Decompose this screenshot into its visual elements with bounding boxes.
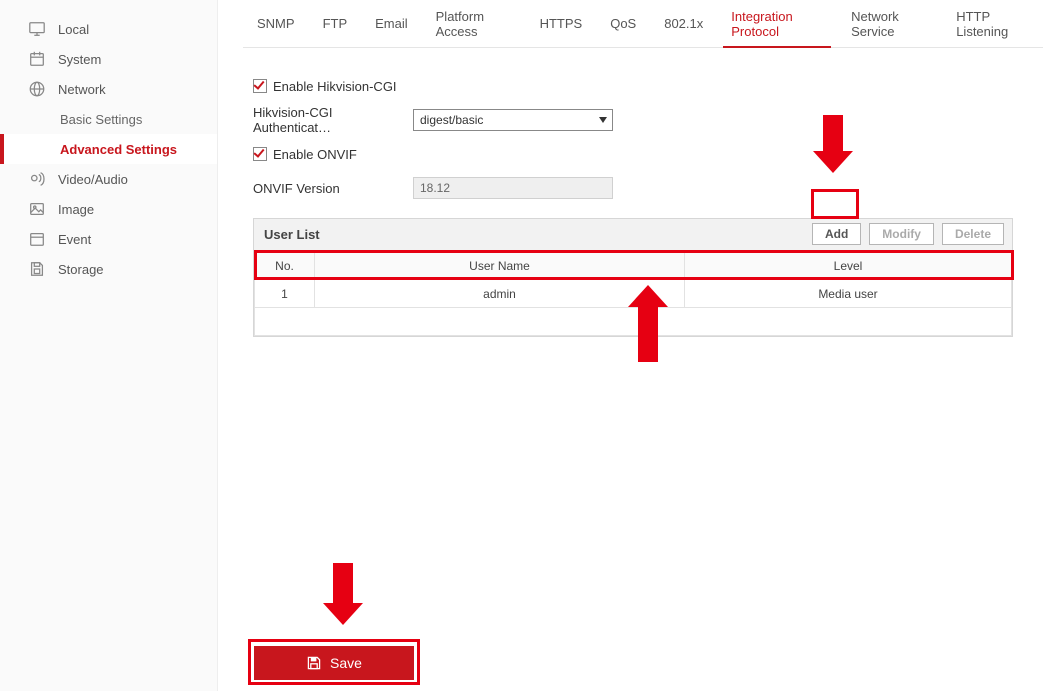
- globe-icon: [28, 80, 46, 98]
- add-button[interactable]: Add: [812, 223, 861, 245]
- tab-ftp[interactable]: FTP: [309, 0, 362, 47]
- onvif-version-value: 18.12: [413, 177, 613, 199]
- save-button-label: Save: [330, 655, 362, 671]
- col-level: Level: [685, 252, 1012, 280]
- onvif-version-label: ONVIF Version: [253, 181, 413, 196]
- enable-hikvision-cgi-label: Enable Hikvision-CGI: [273, 79, 397, 94]
- sidebar-item-event[interactable]: Event: [0, 224, 217, 254]
- annotation-arrow-save: [323, 563, 363, 625]
- table-row[interactable]: 1 admin Media user: [255, 280, 1012, 308]
- user-table: No. User Name Level 1 admin Media user: [254, 251, 1012, 336]
- sidebar-item-label: System: [58, 52, 101, 67]
- event-icon: [28, 230, 46, 248]
- cell-no: 1: [255, 280, 315, 308]
- tab-8021x[interactable]: 802.1x: [650, 0, 717, 47]
- sidebar-item-advanced-settings[interactable]: Advanced Settings: [0, 134, 217, 164]
- table-header-row: No. User Name Level: [255, 252, 1012, 280]
- auth-select-value: digest/basic: [420, 113, 483, 127]
- cell-level: Media user: [685, 280, 1012, 308]
- tab-http-listening[interactable]: HTTP Listening: [942, 0, 1043, 47]
- main-content: SNMP FTP Email Platform Access HTTPS QoS…: [218, 0, 1049, 691]
- sidebar-item-video-audio[interactable]: Video/Audio: [0, 164, 217, 194]
- sidebar-item-label: Event: [58, 232, 91, 247]
- tab-integration-protocol[interactable]: Integration Protocol: [717, 0, 837, 47]
- sidebar-item-image[interactable]: Image: [0, 194, 217, 224]
- tab-email[interactable]: Email: [361, 0, 422, 47]
- tab-network-service[interactable]: Network Service: [837, 0, 942, 47]
- sidebar-item-label: Advanced Settings: [60, 142, 177, 157]
- user-list-title: User List: [264, 227, 320, 242]
- auth-label: Hikvision-CGI Authenticat…: [253, 105, 413, 135]
- tab-qos[interactable]: QoS: [596, 0, 650, 47]
- table-empty-space: [255, 308, 1012, 336]
- sidebar-item-system[interactable]: System: [0, 44, 217, 74]
- tab-snmp[interactable]: SNMP: [243, 0, 309, 47]
- auth-select[interactable]: digest/basic: [413, 109, 613, 131]
- tab-https[interactable]: HTTPS: [526, 0, 597, 47]
- sidebar-item-label: Local: [58, 22, 89, 37]
- sidebar-item-label: Video/Audio: [58, 172, 128, 187]
- tab-platform-access[interactable]: Platform Access: [422, 0, 526, 47]
- enable-onvif-checkbox[interactable]: [253, 147, 267, 161]
- col-user: User Name: [315, 252, 685, 280]
- sidebar-item-label: Storage: [58, 262, 104, 277]
- user-list-panel: User List Add Modify Delete No. User Nam…: [253, 218, 1013, 337]
- sidebar-item-local[interactable]: Local: [0, 14, 217, 44]
- image-icon: [28, 200, 46, 218]
- delete-button[interactable]: Delete: [942, 223, 1004, 245]
- enable-hikvision-cgi-checkbox[interactable]: [253, 79, 267, 93]
- sidebar: Local System Network Basic Settings Adva…: [0, 0, 218, 691]
- col-no: No.: [255, 252, 315, 280]
- form-area: Enable Hikvision-CGI Hikvision-CGI Authe…: [243, 48, 1049, 337]
- tab-bar: SNMP FTP Email Platform Access HTTPS QoS…: [243, 0, 1043, 48]
- camera-mic-icon: [28, 170, 46, 188]
- monitor-icon: [28, 20, 46, 38]
- cell-user: admin: [315, 280, 685, 308]
- enable-onvif-label: Enable ONVIF: [273, 147, 357, 162]
- sidebar-item-label: Basic Settings: [60, 112, 142, 127]
- sidebar-item-basic-settings[interactable]: Basic Settings: [0, 104, 217, 134]
- sidebar-item-storage[interactable]: Storage: [0, 254, 217, 284]
- modify-button[interactable]: Modify: [869, 223, 934, 245]
- calendar-icon: [28, 50, 46, 68]
- storage-icon: [28, 260, 46, 278]
- sidebar-item-network[interactable]: Network: [0, 74, 217, 104]
- sidebar-item-label: Image: [58, 202, 94, 217]
- sidebar-item-label: Network: [58, 82, 106, 97]
- save-icon: [306, 655, 322, 671]
- save-button[interactable]: Save: [254, 646, 414, 680]
